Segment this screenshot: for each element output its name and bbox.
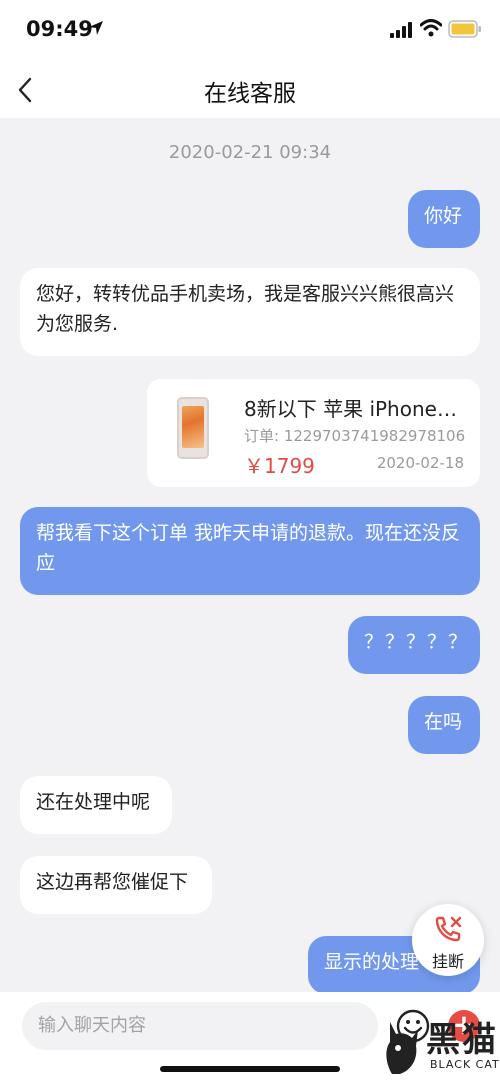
navigation-bar: 在线客服	[0, 60, 500, 118]
watermark-en: BLACK CAT	[430, 1058, 500, 1071]
message-text: 在吗	[424, 711, 463, 733]
message-bubble-outgoing[interactable]: 帮我看下这个订单 我昨天申请的退款。现在还没反应	[20, 507, 480, 595]
message-text: 帮我看下这个订单 我昨天申请的退款。现在还没反应	[36, 522, 461, 574]
cat-logo-icon	[386, 1022, 418, 1074]
hangup-label: 挂断	[431, 952, 464, 971]
battery-icon	[448, 20, 481, 38]
product-order-card[interactable]: 8新以下 苹果 iPhone… 订单: 1229703741982978106 …	[147, 379, 480, 487]
hangup-button[interactable]: 挂断	[412, 904, 484, 976]
product-price: ￥1799	[244, 454, 315, 478]
order-date: 2020-02-18	[376, 454, 464, 472]
order-number: 订单: 1229703741982978106	[244, 427, 466, 445]
home-indicator	[160, 1066, 340, 1072]
product-name: 8新以下 苹果 iPhone…	[244, 397, 457, 421]
phone-hangup-icon	[435, 916, 462, 942]
message-text: 您好，转转优品手机卖场，我是客服兴兴熊很高兴为您服务.	[36, 283, 455, 335]
message-text: 这边再帮您催促下	[36, 871, 189, 893]
cellular-signal-icon	[390, 22, 412, 38]
status-time: 09:49	[26, 17, 93, 41]
message-text: 你好	[424, 205, 463, 227]
message-text: ？？？？？	[364, 631, 470, 653]
status-bar: 09:49	[0, 0, 500, 60]
message-bubble-outgoing[interactable]: 你好	[408, 190, 480, 248]
message-bubble-outgoing[interactable]: ？？？？？	[348, 616, 480, 674]
message-bubble-outgoing[interactable]: 在吗	[408, 696, 480, 754]
location-arrow-icon	[89, 21, 103, 35]
chat-area[interactable]: 2020-02-21 09:34 你好 您好，转转优品手机卖场，我是客服兴兴熊很…	[0, 118, 500, 992]
message-text: 显示的处理	[324, 951, 420, 973]
page-title: 在线客服	[204, 81, 296, 107]
chat-timestamp: 2020-02-21 09:34	[168, 142, 332, 163]
watermark-cn: 黑猫	[426, 1020, 498, 1060]
black-cat-watermark: 黑猫 BLACK CAT	[382, 1008, 500, 1082]
message-text: 还在处理中呢	[36, 791, 151, 813]
product-thumbnail	[177, 397, 209, 459]
message-bubble-incoming[interactable]: 您好，转转优品手机卖场，我是客服兴兴熊很高兴为您服务.	[20, 268, 480, 356]
message-bubble-incoming[interactable]: 这边再帮您催促下	[20, 856, 212, 914]
chat-input[interactable]: 输入聊天内容	[22, 1002, 378, 1050]
wifi-icon	[420, 19, 442, 37]
message-bubble-incoming[interactable]: 还在处理中呢	[20, 776, 172, 834]
